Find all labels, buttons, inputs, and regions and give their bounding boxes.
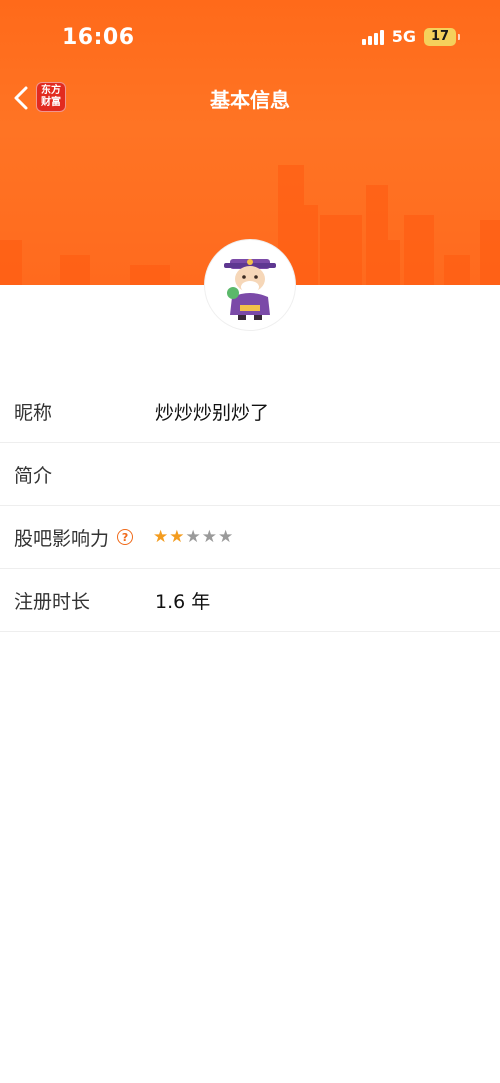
signal-icon xyxy=(361,29,384,45)
avatar-cartoon-image xyxy=(224,259,276,320)
profile-info-list: 昵称 炒炒炒别炒了 简介 股吧影响力 ? ★★★★★ 注册时长 1.6 年 xyxy=(0,380,500,632)
influence-label-wrap: 股吧影响力 ? xyxy=(14,524,134,551)
info-row-bio: 简介 xyxy=(0,443,500,506)
network-type: 5G xyxy=(391,27,416,46)
nickname-label: 昵称 xyxy=(14,401,53,424)
star-icon: ★ xyxy=(185,527,202,547)
info-row-nickname: 昵称 炒炒炒别炒了 xyxy=(0,380,500,443)
status-bar: 16:06 5G 17 xyxy=(0,0,500,76)
star-icon: ★ xyxy=(153,527,170,547)
star-icon: ★ xyxy=(201,527,218,547)
battery-icon: 17 xyxy=(424,27,460,46)
info-row-influence: 股吧影响力 ? ★★★★★ xyxy=(0,506,500,569)
help-circle-icon[interactable]: ? xyxy=(117,529,134,545)
registration-value: 1.6 年 xyxy=(155,590,211,613)
influence-rating: ★★★★★ xyxy=(153,527,234,547)
registration-label: 注册时长 xyxy=(14,590,91,613)
status-indicators: 5G 17 xyxy=(361,27,460,46)
influence-label: 股吧影响力 xyxy=(14,527,110,550)
nickname-value: 炒炒炒别炒了 xyxy=(155,401,270,424)
bio-label: 简介 xyxy=(14,464,53,487)
star-icon: ★ xyxy=(169,527,186,547)
star-icon: ★ xyxy=(218,527,235,547)
battery-level: 17 xyxy=(430,29,450,44)
info-row-registration: 注册时长 1.6 年 xyxy=(0,569,500,632)
avatar[interactable] xyxy=(205,240,295,330)
nav-bar: 东方 财富 基本信息 xyxy=(0,76,500,120)
status-time: 16:06 xyxy=(62,25,135,50)
page-title: 基本信息 xyxy=(210,88,290,112)
